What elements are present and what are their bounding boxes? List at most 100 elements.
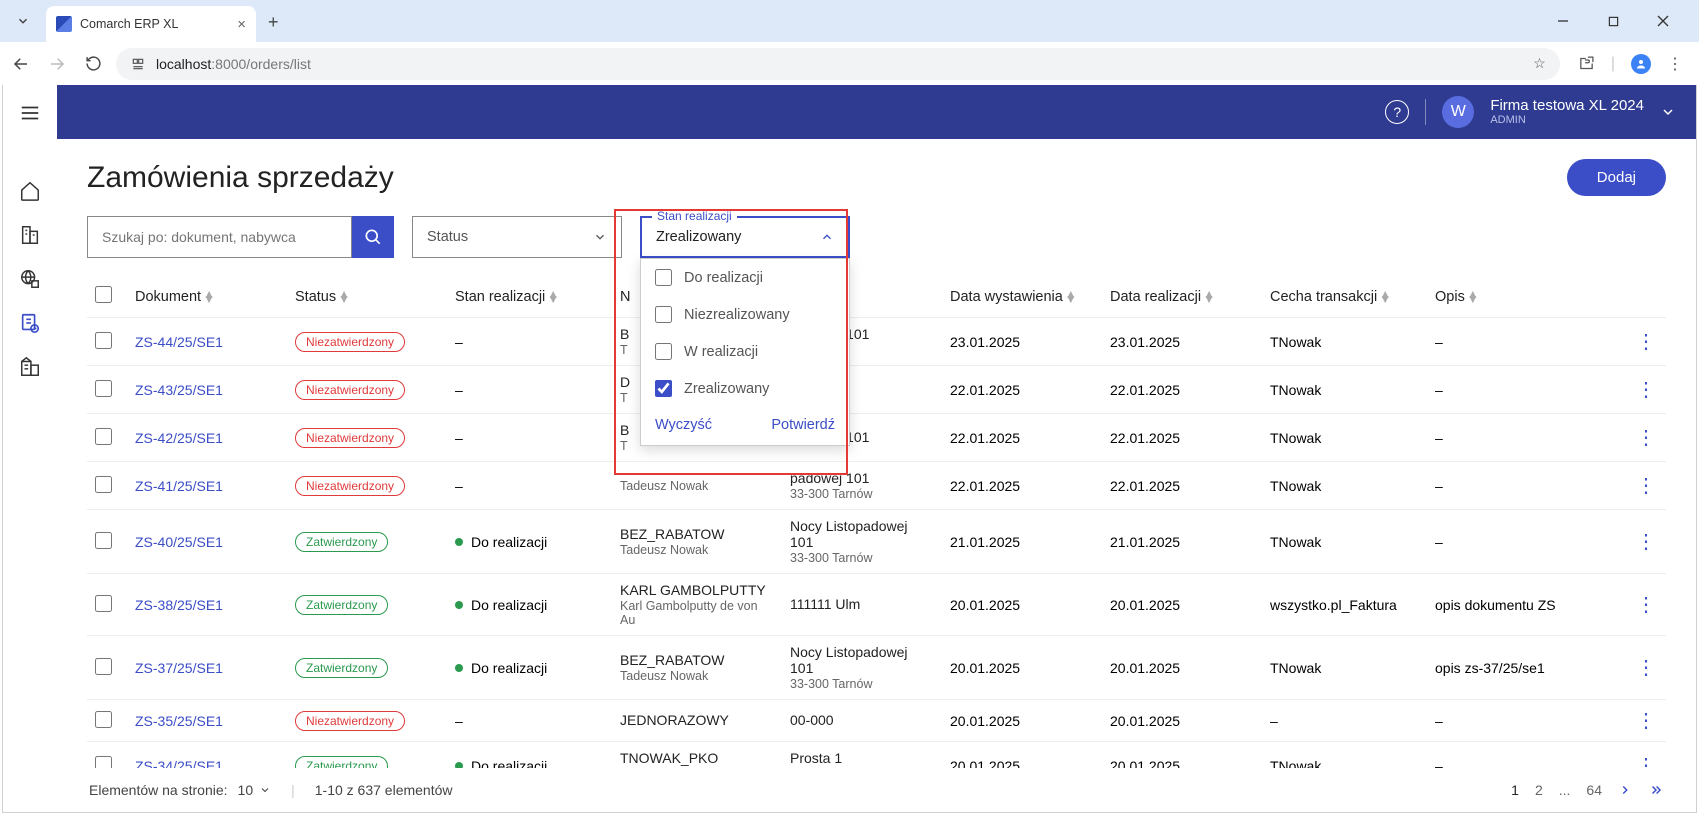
row-checkbox[interactable] [95,658,112,675]
url-input[interactable]: localhost:8000/orders/list ☆ [116,48,1560,80]
search-input[interactable] [87,216,352,258]
add-button[interactable]: Dodaj [1567,159,1666,196]
row-checkbox[interactable] [95,756,112,769]
row-checkbox[interactable] [95,332,112,349]
select-all-checkbox[interactable] [95,286,112,303]
chevron-up-icon [820,230,834,244]
sidebar-item-company[interactable] [10,347,50,387]
status-filter[interactable]: Status [412,216,622,258]
app-container: ? W Firma testowa XL 2024 ADMIN Zamówien… [2,85,1697,813]
date-realized: 20.01.2025 [1102,636,1262,700]
sidebar-item-orders[interactable] [10,303,50,343]
description-cell: – [1427,318,1626,366]
stan-value: – [455,478,463,494]
row-checkbox[interactable] [95,711,112,728]
maximize-icon[interactable] [1597,5,1629,37]
search-button[interactable] [352,216,394,258]
option-checkbox[interactable] [655,306,672,323]
page-next-icon[interactable] [1618,783,1632,797]
document-link[interactable]: ZS-40/25/SE1 [135,534,223,550]
date-issued: 23.01.2025 [942,318,1102,366]
company-info[interactable]: Firma testowa XL 2024 ADMIN [1490,97,1644,127]
tab-close-icon[interactable]: × [237,16,246,33]
th-cecha[interactable]: Cecha transakcji▲▼ [1262,276,1427,318]
page-last-icon[interactable] [1648,783,1664,797]
document-link[interactable]: ZS-41/25/SE1 [135,478,223,494]
th-dokument[interactable]: Dokument▲▼ [127,276,287,318]
document-link[interactable]: ZS-43/25/SE1 [135,382,223,398]
profile-icon[interactable] [1631,54,1651,74]
close-window-icon[interactable] [1647,5,1679,37]
row-checkbox[interactable] [95,380,112,397]
page-current[interactable]: 1 [1511,782,1519,798]
th-opis[interactable]: Opis▲▼ [1427,276,1626,318]
back-icon[interactable] [10,53,32,75]
row-menu-icon[interactable]: ⋮ [1626,742,1666,769]
chevron-down-icon[interactable] [1660,104,1676,120]
option-checkbox[interactable] [655,343,672,360]
document-link[interactable]: ZS-35/25/SE1 [135,713,223,729]
forward-icon[interactable] [46,53,68,75]
option-label: Do realizacji [684,270,763,286]
row-menu-icon[interactable]: ⋮ [1626,700,1666,742]
row-menu-icon[interactable]: ⋮ [1626,510,1666,574]
dropdown-option[interactable]: Do realizacji [641,259,849,296]
th-data-wyst[interactable]: Data wystawienia▲▼ [942,276,1102,318]
minimize-icon[interactable] [1547,5,1579,37]
row-menu-icon[interactable]: ⋮ [1626,636,1666,700]
option-checkbox[interactable] [655,269,672,286]
help-icon[interactable]: ? [1385,100,1409,124]
address-cell: 00-000 [790,712,934,728]
option-checkbox[interactable] [655,380,672,397]
row-menu-icon[interactable]: ⋮ [1626,462,1666,510]
dropdown-confirm-button[interactable]: Potwierdź [771,417,835,433]
th-stan[interactable]: Stan realizacji▲▼ [447,276,612,318]
page-last[interactable]: 64 [1586,782,1602,798]
bookmark-star-icon[interactable]: ☆ [1533,55,1546,72]
company-role: ADMIN [1490,114,1644,127]
chrome-menu-icon[interactable]: ⋮ [1667,54,1683,74]
feature-cell: TNowak [1262,318,1427,366]
sort-icon: ▲▼ [1379,292,1391,302]
document-link[interactable]: ZS-44/25/SE1 [135,334,223,350]
site-info-icon[interactable] [130,56,146,72]
status-badge: Niezatwierdzony [295,332,405,352]
row-menu-icon[interactable]: ⋮ [1626,414,1666,462]
dropdown-option[interactable]: W realizacji [641,333,849,370]
document-link[interactable]: ZS-38/25/SE1 [135,597,223,613]
hamburger-icon[interactable] [16,99,44,127]
dropdown-option[interactable]: Niezrealizowany [641,296,849,333]
row-checkbox[interactable] [95,476,112,493]
dropdown-option[interactable]: Zrealizowany [641,370,849,407]
url-text: localhost:8000/orders/list [156,56,311,72]
th-status[interactable]: Status▲▼ [287,276,447,318]
reload-icon[interactable] [82,53,104,75]
company-name: Firma testowa XL 2024 [1490,97,1644,114]
extensions-icon[interactable] [1578,55,1595,72]
sort-icon: ▲▼ [1467,292,1479,302]
document-link[interactable]: ZS-37/25/SE1 [135,660,223,676]
stan-value: – [455,713,463,729]
browser-tab[interactable]: Comarch ERP XL × [46,6,256,42]
buyer-cell: TNOWAK_PKOTadeusz Nowak Trzeci [620,750,774,768]
document-link[interactable]: ZS-42/25/SE1 [135,430,223,446]
row-menu-icon[interactable]: ⋮ [1626,574,1666,636]
row-checkbox[interactable] [95,428,112,445]
stan-filter[interactable]: Stan realizacji Zrealizowany Do realizac… [640,216,850,258]
dropdown-clear-button[interactable]: Wyczyść [655,417,712,433]
row-checkbox[interactable] [95,532,112,549]
document-link[interactable]: ZS-34/25/SE1 [135,758,223,769]
row-menu-icon[interactable]: ⋮ [1626,318,1666,366]
sidebar-item-buildings[interactable] [10,215,50,255]
feature-cell: – [1262,700,1427,742]
th-data-real[interactable]: Data realizacji▲▼ [1102,276,1262,318]
row-menu-icon[interactable]: ⋮ [1626,366,1666,414]
new-tab-button[interactable]: + [268,12,279,33]
tab-list-dropdown[interactable] [8,6,38,36]
sidebar-item-home[interactable] [10,171,50,211]
stan-value: Do realizacji [455,597,604,613]
sidebar-item-globe[interactable] [10,259,50,299]
per-page-select[interactable]: 10 [238,782,272,798]
row-checkbox[interactable] [95,595,112,612]
page-2[interactable]: 2 [1535,782,1543,798]
